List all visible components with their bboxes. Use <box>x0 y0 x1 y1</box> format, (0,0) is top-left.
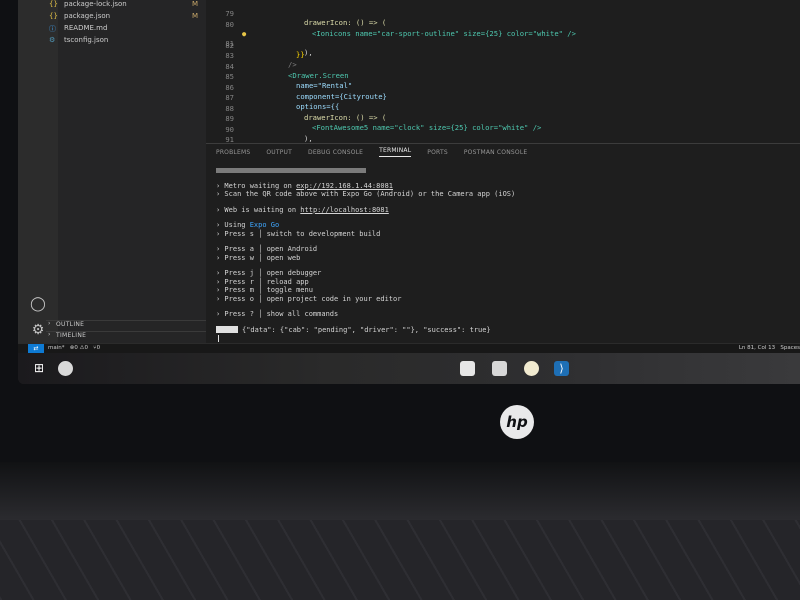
json-file-icon: {} <box>49 0 58 8</box>
account-icon[interactable]: ◯ <box>30 296 46 312</box>
tab-output[interactable]: OUTPUT <box>266 149 292 156</box>
terminal-line: › Web is waiting on http://localhost:808… <box>216 205 389 214</box>
hp-logo: hp <box>500 405 534 439</box>
code-line: 85 name="Rental" <box>225 72 353 90</box>
terminal-line: › Metro waiting on exp://192.168.1.44:80… <box>216 181 394 190</box>
terminal-cursor-block <box>216 326 238 333</box>
code-line: ● 81 ), <box>225 30 313 57</box>
terminal-prompt[interactable] <box>216 334 796 343</box>
file-explorer-icon[interactable] <box>492 361 507 376</box>
code-line: 87 options={{ <box>225 93 340 111</box>
laptop-screen: ◯ ⚙ {} package-lock.json M {} package.js… <box>18 0 800 384</box>
branch-indicator[interactable]: main* <box>48 345 65 351</box>
laptop-hinge <box>0 462 800 520</box>
config-file-icon: ⚙ <box>49 36 56 44</box>
widgets-icon[interactable] <box>58 361 73 376</box>
file-item-package-lock[interactable]: {} package-lock.json M <box>46 0 206 12</box>
tab-ports[interactable]: PORTS <box>427 149 448 156</box>
code-line: 79 drawerIcon: () => ( <box>225 9 387 27</box>
vscode-icon[interactable]: ⟩ <box>554 361 569 376</box>
status-right: Ln 81, Col 13 Spaces <box>739 345 800 351</box>
terminal-log-line: {"data": {"cab": "pending", "driver": ""… <box>216 326 796 335</box>
code-line: 86 component={Cityroute} <box>225 82 387 101</box>
explorer-sidebar: ◯ ⚙ {} package-lock.json M {} package.js… <box>18 0 207 343</box>
info-file-icon: ⓘ <box>49 25 56 33</box>
indentation-indicator[interactable]: Spaces <box>780 345 800 351</box>
web-url-link[interactable]: http://localhost:8081 <box>300 206 389 214</box>
terminal-line: › Press r │ reload app <box>216 277 309 286</box>
terminal-line: › Press ? │ show all commands <box>216 310 339 318</box>
code-editor[interactable]: 79 drawerIcon: () => ( 80 <Ionicons name… <box>206 0 800 164</box>
terminal-line: › Scan the QR code above with Expo Go (A… <box>216 190 516 198</box>
cursor-position[interactable]: Ln 81, Col 13 <box>739 345 775 351</box>
git-status: M <box>191 12 198 20</box>
activity-bar: ◯ ⚙ <box>18 0 58 343</box>
terminal-caret <box>218 334 219 342</box>
terminal-line: › Press o │ open project code in your ed… <box>216 294 402 303</box>
windows-start-icon[interactable]: ⊞ <box>34 361 49 376</box>
tab-problems[interactable]: PROBLEMS <box>216 149 250 156</box>
terminal-line: › Using Expo Go <box>216 221 280 229</box>
git-status: M <box>191 0 198 8</box>
code-line: 91 }} <box>225 135 304 153</box>
taskbar-app-icon[interactable] <box>460 361 475 376</box>
json-file-icon: {} <box>49 12 58 20</box>
windows-taskbar: ⊞ ⟩ <box>18 353 800 384</box>
timeline-section[interactable]: TIMELINE <box>46 331 206 342</box>
code-line: 80 <Ionicons name="car-sport-outline" si… <box>225 19 576 38</box>
outline-section[interactable]: OUTLINE <box>46 320 206 331</box>
laptop-keyboard <box>0 520 800 600</box>
file-item-package[interactable]: {} package.json M <box>46 12 206 24</box>
code-line: 83 /> <box>225 51 297 69</box>
bottom-panel: PROBLEMS OUTPUT DEBUG CONSOLE TERMINAL P… <box>206 143 800 344</box>
code-line: 82 }} <box>225 40 305 59</box>
ports-indicator[interactable]: ⑂0 <box>93 345 100 351</box>
file-item-tsconfig[interactable]: ⚙ tsconfig.json <box>46 36 206 48</box>
terminal-line: › Press a │ open Android <box>216 245 318 253</box>
tab-postman-console[interactable]: POSTMAN CONSOLE <box>464 149 528 156</box>
code-line: 90 ), <box>225 124 313 143</box>
panel-tabs: PROBLEMS OUTPUT DEBUG CONSOLE TERMINAL P… <box>206 144 800 160</box>
metro-url-link[interactable]: exp://192.168.1.44:8081 <box>296 182 393 190</box>
qr-code-redacted <box>216 166 796 175</box>
browser-icon[interactable] <box>524 361 539 376</box>
tab-terminal[interactable]: TERMINAL <box>379 147 412 157</box>
code-line: 84 <Drawer.Screen <box>225 61 349 80</box>
terminal-line: › Press w │ open web <box>216 253 301 262</box>
code-line: 88 drawerIcon: () => ( <box>225 103 387 122</box>
terminal-output[interactable]: › Metro waiting on exp://192.168.1.44:80… <box>216 166 796 343</box>
terminal-line: › Press m │ toggle menu <box>216 286 313 294</box>
terminal-line: › Press s │ switch to development build <box>216 229 381 238</box>
status-left: main* ⊗0 ⚠0 ⑂0 <box>48 345 100 351</box>
file-list: {} package-lock.json M {} package.json M… <box>46 0 206 48</box>
problems-indicator[interactable]: ⊗0 ⚠0 <box>70 345 88 351</box>
terminal-line: › Press j │ open debugger <box>216 269 322 277</box>
file-item-readme[interactable]: ⓘ README.md <box>46 24 206 36</box>
gear-icon[interactable]: ⚙ <box>30 322 46 338</box>
tab-debug-console[interactable]: DEBUG CONSOLE <box>308 149 363 156</box>
code-line: 89 <FontAwesome5 name="clock" size={25} … <box>225 114 542 132</box>
